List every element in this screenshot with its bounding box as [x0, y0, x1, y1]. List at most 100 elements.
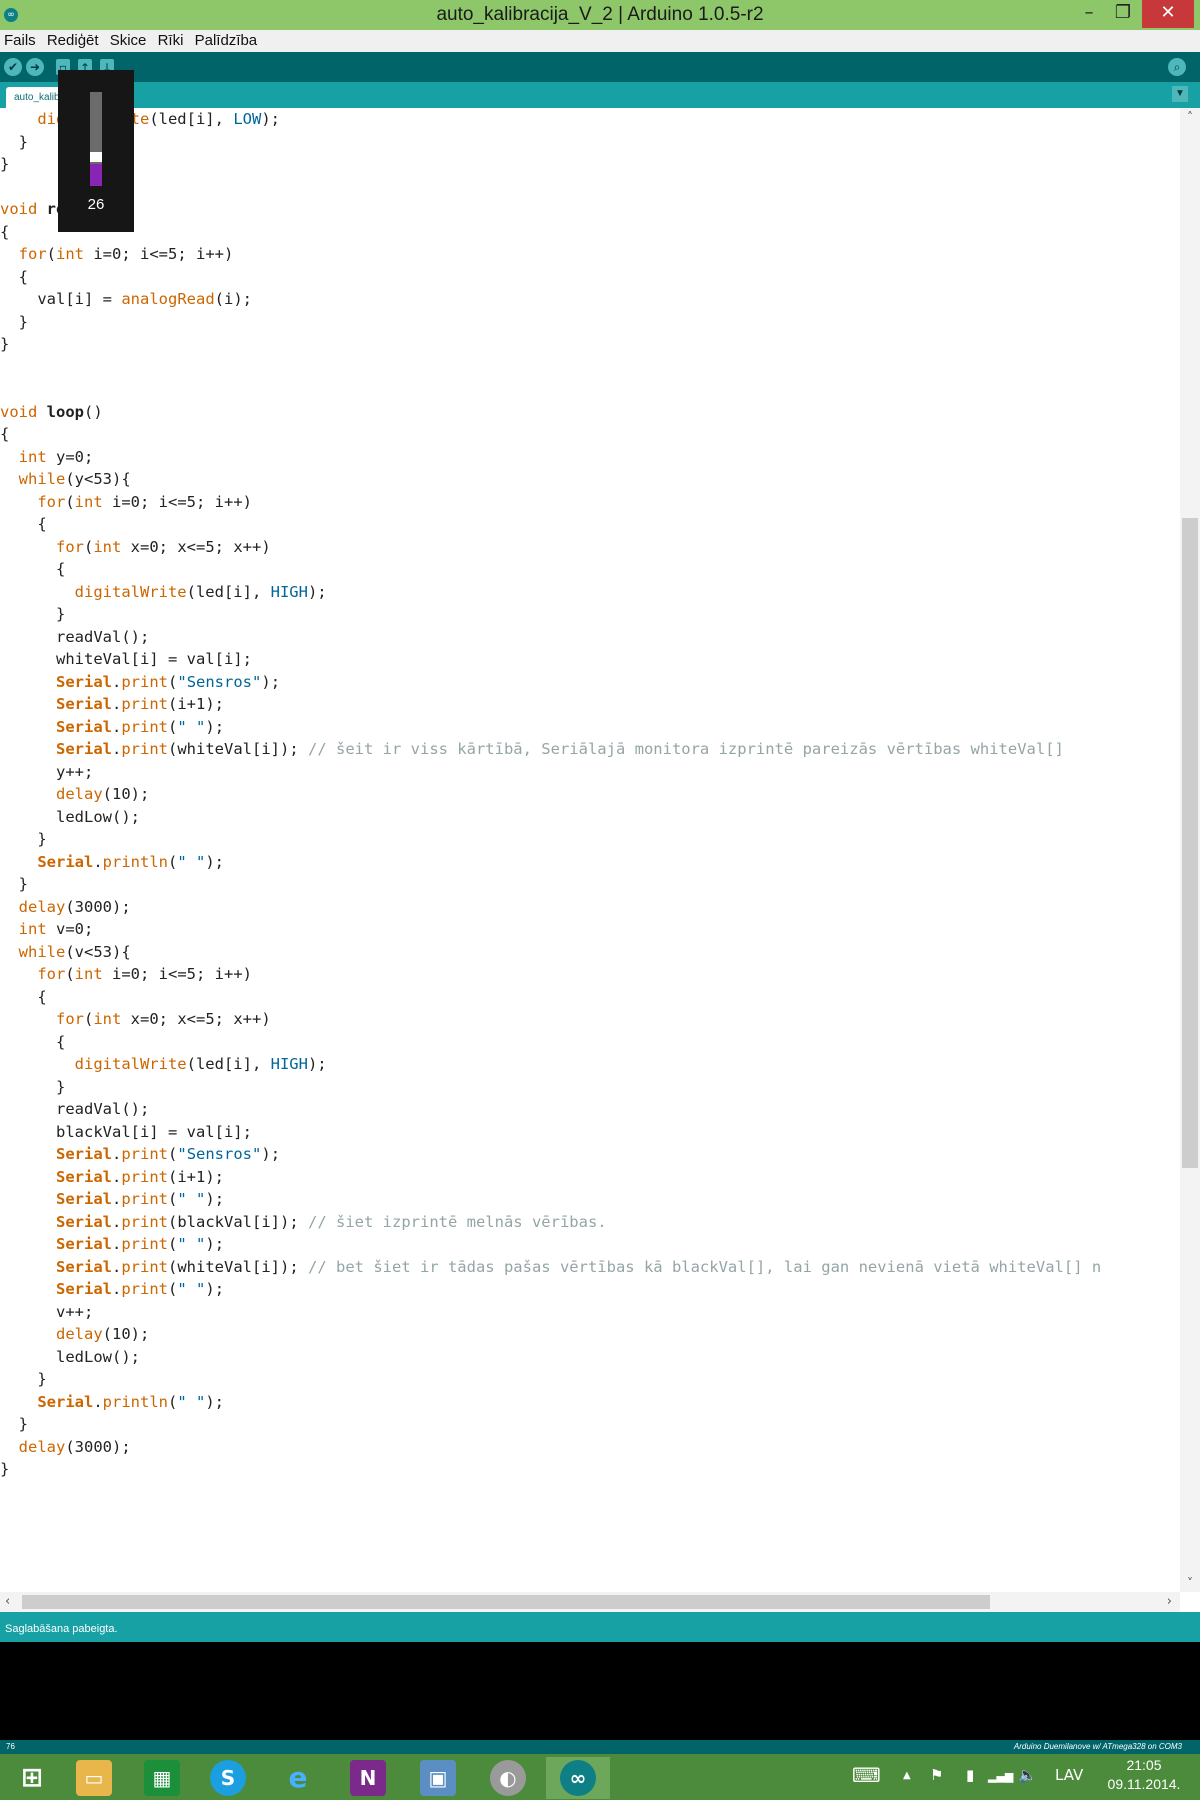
- code-token: x=0; x<=5; x++): [121, 537, 271, 556]
- menu-tools[interactable]: Rīki: [154, 30, 187, 49]
- scroll-right-icon[interactable]: ›: [1167, 1594, 1172, 1609]
- scroll-left-icon[interactable]: ‹: [5, 1594, 10, 1609]
- code-line: Serial.print(" ");: [0, 1188, 1101, 1211]
- code-line: int v=0;: [0, 918, 1101, 941]
- code-token: .: [93, 1392, 103, 1411]
- code-token: Serial: [56, 717, 112, 736]
- code-token: println: [102, 852, 168, 871]
- code-line: readVal();: [0, 626, 1101, 649]
- code-line: }: [0, 1368, 1101, 1391]
- taskbar-skype[interactable]: S: [196, 1757, 260, 1799]
- taskbar-onenote[interactable]: N: [336, 1757, 400, 1799]
- menu-file[interactable]: Fails: [0, 30, 39, 49]
- code-token: }: [0, 1370, 47, 1388]
- code-line: Serial.print("Sensros");: [0, 1143, 1101, 1166]
- code-token: }: [0, 1415, 28, 1433]
- code-token: }: [0, 605, 66, 623]
- vertical-scroll-thumb[interactable]: [1182, 518, 1198, 1168]
- code-line: {: [0, 1031, 1101, 1054]
- code-token: .: [112, 672, 122, 691]
- network-icon[interactable]: ▂▄▆: [988, 1770, 1013, 1783]
- menu-help[interactable]: Palīdzība: [191, 30, 261, 49]
- code-token: // šiet izprintē melnās vērības.: [308, 1212, 607, 1231]
- code-line: Serial.print(i+1);: [0, 1166, 1101, 1189]
- volume-icon[interactable]: 🔈: [1018, 1766, 1037, 1784]
- taskbar-media[interactable]: ◐: [476, 1757, 540, 1799]
- code-token: }: [0, 1077, 66, 1096]
- keyboard-icon[interactable]: ⌨: [852, 1763, 881, 1787]
- code-token: (led[i],: [149, 110, 234, 128]
- code-token: print: [121, 1235, 169, 1253]
- menu-sketch[interactable]: Skice: [106, 30, 150, 49]
- taskbar-store[interactable]: ▦: [130, 1757, 194, 1799]
- code-editor[interactable]: digitalWrite(led[i], LOW); }}void readVa…: [0, 108, 1180, 1592]
- code-token: (: [168, 852, 178, 871]
- code-token: .: [112, 695, 122, 713]
- code-token: for: [37, 965, 66, 983]
- taskbar-ie[interactable]: e: [266, 1757, 330, 1799]
- upload-icon[interactable]: ➜: [26, 58, 44, 76]
- code-token: (: [168, 672, 178, 691]
- code-line: }: [0, 131, 1101, 154]
- footer-bar: 76 Arduino Duemilanove w/ ATmega328 on C…: [0, 1740, 1200, 1754]
- taskbar-arduino[interactable]: ∞: [546, 1757, 610, 1799]
- taskbar-remote[interactable]: ▣: [406, 1757, 470, 1799]
- code-line: {: [0, 986, 1101, 1009]
- volume-knob[interactable]: [90, 152, 102, 162]
- code-token: Serial: [37, 1392, 94, 1411]
- code-token: );: [261, 110, 280, 128]
- menu-edit[interactable]: Rediģēt: [43, 30, 102, 49]
- code-token: " ": [177, 852, 206, 871]
- tab-menu-icon[interactable]: ▼: [1172, 86, 1188, 102]
- code-line: void loop(): [0, 401, 1101, 424]
- code-token: {: [0, 425, 10, 443]
- code-line: }: [0, 873, 1101, 896]
- language-indicator[interactable]: LAV: [1055, 1766, 1083, 1784]
- flag-icon[interactable]: ⚑: [930, 1766, 943, 1784]
- horizontal-scrollbar[interactable]: ‹ ›: [0, 1592, 1180, 1612]
- vertical-scrollbar[interactable]: ˄ ˅: [1180, 108, 1200, 1592]
- code-token: (: [168, 1280, 178, 1298]
- verify-icon[interactable]: ✔: [4, 58, 22, 76]
- horizontal-scroll-thumb[interactable]: [22, 1595, 990, 1609]
- code-token: x=0; x<=5; x++): [121, 1010, 271, 1028]
- code-token: (y<53){: [65, 470, 131, 488]
- code-token: (10);: [102, 785, 150, 803]
- code-line: Serial.print(whiteVal[i]); // bet šiet i…: [0, 1256, 1101, 1279]
- serial-monitor-icon[interactable]: ⌕: [1168, 58, 1186, 76]
- code-token: " ": [177, 1280, 206, 1298]
- clock[interactable]: 21:05 09.11.2014.: [1096, 1756, 1192, 1794]
- code-token: (blackVal[i]);: [168, 1212, 308, 1231]
- restore-button[interactable]: ❐: [1100, 0, 1146, 28]
- scroll-up-icon[interactable]: ˄: [1183, 110, 1197, 124]
- code-token: );: [307, 1055, 327, 1073]
- battery-icon[interactable]: ▮: [966, 1766, 974, 1784]
- code-token: "Sensros": [177, 672, 262, 691]
- code-token: }: [0, 1460, 10, 1478]
- code-token: " ": [177, 1235, 206, 1253]
- code-token: .: [112, 717, 122, 736]
- code-token: while: [18, 470, 66, 488]
- code-line: for(int x=0; x<=5; x++): [0, 536, 1101, 559]
- code-line: {: [0, 266, 1101, 289]
- remote-desktop-icon: ▣: [420, 1760, 456, 1796]
- tray-chevron-icon[interactable]: ▲: [903, 1770, 911, 1781]
- code-token: i=0; i<=5; i++): [102, 492, 252, 511]
- code-line: Serial.print(i+1);: [0, 693, 1101, 716]
- code-token: for: [37, 492, 66, 511]
- scroll-down-icon[interactable]: ˅: [1183, 1576, 1197, 1590]
- start-button[interactable]: ⊞: [0, 1757, 64, 1799]
- code-token: );: [261, 672, 281, 691]
- taskbar-explorer[interactable]: ▭: [62, 1757, 126, 1799]
- code-line: Serial.println(" ");: [0, 1391, 1101, 1414]
- code-token: (i+1);: [168, 695, 225, 713]
- close-button[interactable]: ✕: [1142, 0, 1194, 28]
- code-line: }: [0, 1458, 1101, 1481]
